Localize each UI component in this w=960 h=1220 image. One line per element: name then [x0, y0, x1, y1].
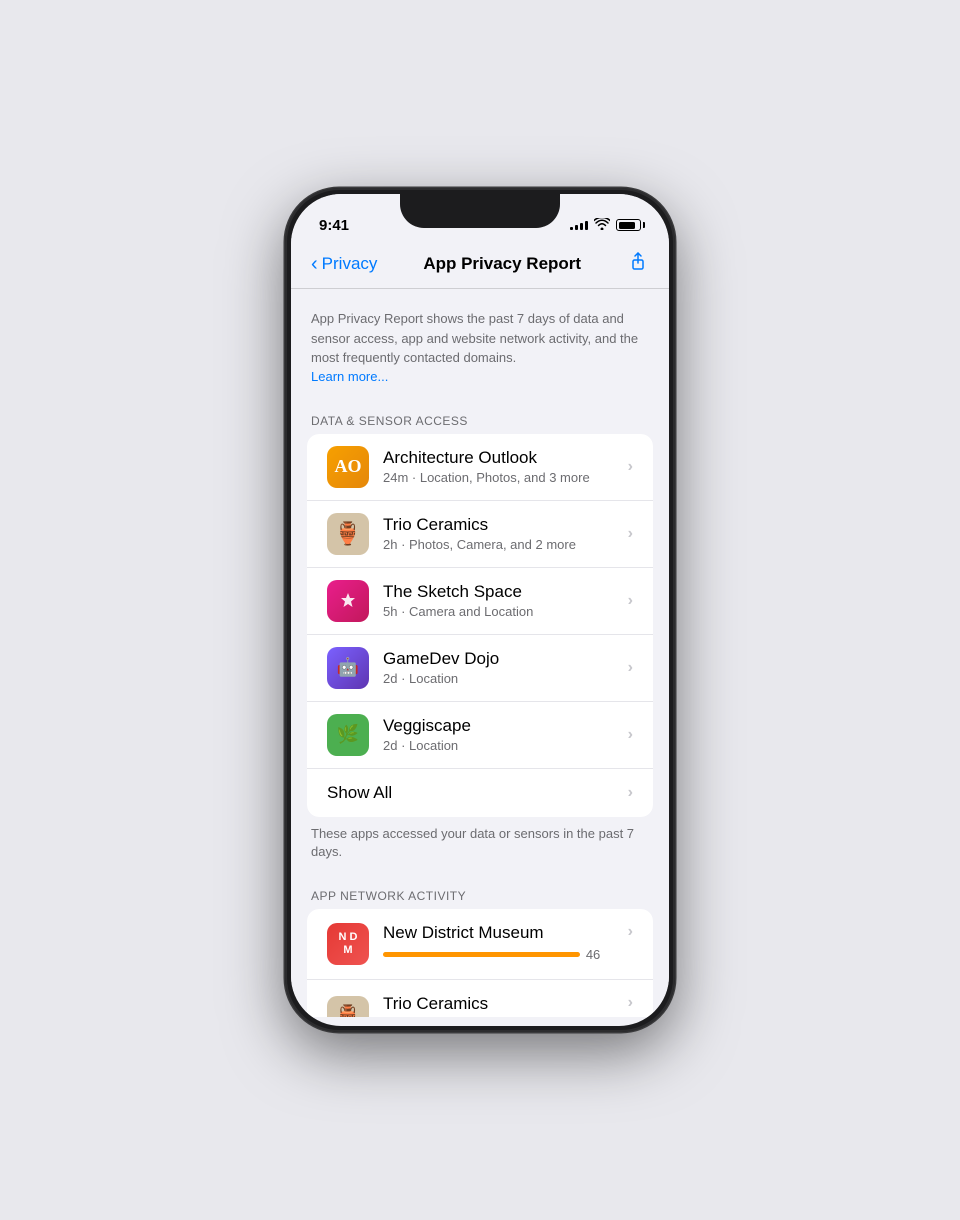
app-name: Veggiscape — [383, 716, 620, 736]
app-subtitle: 24m · Location, Photos, and 3 more — [383, 470, 620, 485]
network-activity-section: APP NETWORK ACTIVITY N D M New District … — [291, 877, 669, 1017]
app-icon-ndm: N D M — [327, 923, 369, 965]
nav-bar: ‹ Privacy App Privacy Report — [291, 242, 669, 289]
app-subtitle: 5h · Camera and Location — [383, 604, 620, 619]
network-activity-header: APP NETWORK ACTIVITY — [291, 877, 669, 909]
volume-down-button — [285, 376, 286, 412]
back-label: Privacy — [322, 254, 378, 274]
app-icon-veggie: 🌿 — [327, 714, 369, 756]
item-text: Architecture Outlook 24m · Location, Pho… — [383, 448, 620, 485]
network-count: 46 — [586, 947, 606, 962]
data-sensor-section: DATA & SENSOR ACCESS AO Architecture Out… — [291, 402, 669, 877]
app-name: New District Museum — [383, 923, 620, 943]
list-item[interactable]: 🏺 Trio Ceramics 2h · Photos, Camera, and… — [307, 500, 653, 567]
signal-icon — [570, 221, 588, 230]
phone-screen: 9:41 — [291, 194, 669, 1026]
app-name: Trio Ceramics — [383, 994, 620, 1014]
chevron-right-icon: › — [628, 525, 633, 543]
app-subtitle: 2d · Location — [383, 671, 620, 686]
power-button — [674, 348, 675, 408]
volume-up-button — [285, 328, 286, 364]
app-icon-sketch — [327, 580, 369, 622]
list-item[interactable]: N D M New District Museum 46 — [307, 909, 653, 979]
page-title: App Privacy Report — [423, 254, 581, 274]
chevron-right-icon: › — [628, 592, 633, 610]
show-all-label: Show All — [327, 783, 392, 803]
network-activity-list: N D M New District Museum 46 — [307, 909, 653, 1017]
learn-more-link[interactable]: Learn more... — [311, 369, 388, 384]
list-item[interactable]: The Sketch Space 5h · Camera and Locatio… — [307, 567, 653, 634]
data-sensor-list: AO Architecture Outlook 24m · Location, … — [307, 434, 653, 817]
app-icon-architecture: AO — [327, 446, 369, 488]
back-chevron-icon: ‹ — [311, 254, 318, 274]
share-button[interactable] — [627, 250, 649, 278]
item-text: Veggiscape 2d · Location — [383, 716, 620, 753]
phone-device: 9:41 — [285, 188, 675, 1032]
status-time: 9:41 — [319, 217, 349, 234]
item-text: New District Museum 46 — [383, 923, 620, 962]
notch — [400, 194, 560, 228]
list-item[interactable]: 🤖 GameDev Dojo 2d · Location › — [307, 634, 653, 701]
show-all-button[interactable]: Show All › — [307, 768, 653, 817]
battery-icon — [616, 219, 641, 231]
data-sensor-header: DATA & SENSOR ACCESS — [291, 402, 669, 434]
chevron-right-icon: › — [628, 659, 633, 677]
content-area: App Privacy Report shows the past 7 days… — [291, 289, 669, 1017]
app-icon-trio-network: 🏺 — [327, 996, 369, 1017]
list-item[interactable]: AO Architecture Outlook 24m · Location, … — [307, 434, 653, 500]
item-text: Trio Ceramics 30 — [383, 994, 620, 1017]
network-bar-container: 46 — [383, 947, 620, 962]
list-item[interactable]: 🌿 Veggiscape 2d · Location › — [307, 701, 653, 768]
status-icons — [570, 218, 641, 233]
wifi-icon — [594, 218, 610, 233]
app-name: GameDev Dojo — [383, 649, 620, 669]
item-text: Trio Ceramics 2h · Photos, Camera, and 2… — [383, 515, 620, 552]
app-subtitle: 2d · Location — [383, 738, 620, 753]
app-icon-trio: 🏺 — [327, 513, 369, 555]
app-name: Architecture Outlook — [383, 448, 620, 468]
item-text: The Sketch Space 5h · Camera and Locatio… — [383, 582, 620, 619]
chevron-right-icon: › — [628, 726, 633, 744]
chevron-right-icon: › — [628, 994, 633, 1012]
app-name: Trio Ceramics — [383, 515, 620, 535]
app-name: The Sketch Space — [383, 582, 620, 602]
app-icon-gamedev: 🤖 — [327, 647, 369, 689]
chevron-right-icon: › — [628, 784, 633, 802]
list-item[interactable]: 🏺 Trio Ceramics 30 › — [307, 979, 653, 1017]
description-text: App Privacy Report shows the past 7 days… — [311, 311, 638, 365]
chevron-right-icon: › — [628, 923, 633, 941]
item-text: GameDev Dojo 2d · Location — [383, 649, 620, 686]
back-button[interactable]: ‹ Privacy — [311, 254, 377, 274]
network-bar — [383, 952, 580, 957]
data-sensor-footer: These apps accessed your data or sensors… — [291, 817, 669, 877]
app-subtitle: 2h · Photos, Camera, and 2 more — [383, 537, 620, 552]
chevron-right-icon: › — [628, 458, 633, 476]
description-section: App Privacy Report shows the past 7 days… — [291, 289, 669, 402]
